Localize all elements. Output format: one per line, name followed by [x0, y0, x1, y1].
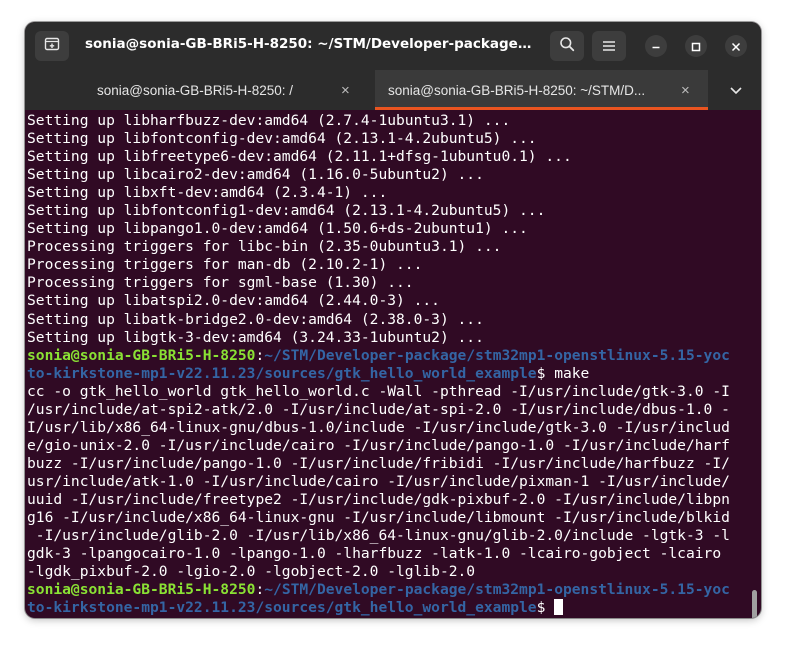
prompt-path: ~/STM/Developer-package/stm32mp1-openstl… — [264, 581, 730, 599]
output-line: Processing triggers for man-db (2.10.2-1… — [27, 256, 423, 274]
close-button[interactable] — [725, 35, 747, 57]
prompt-line: to-kirkstone-mp1-v22.11.23/sources/gtk_h… — [27, 599, 761, 617]
output-line: Setting up libfontconfig-dev:amd64 (2.13… — [27, 130, 537, 148]
output-line: -lgdk_pixbuf-2.0 -lgio-2.0 -lgobject-2.0… — [27, 563, 476, 581]
prompt-user: sonia@sonia-GB-BRi5-H-8250 — [27, 346, 256, 364]
maximize-icon — [691, 37, 701, 56]
typed-command: make — [545, 364, 590, 382]
output-line: g16 -I/usr/include/x86_64-linux-gnu -I/u… — [27, 509, 730, 527]
output-line: Setting up libfreetype6-dev:amd64 (2.11.… — [27, 148, 572, 166]
output-line: Processing triggers for sgml-base (1.30)… — [27, 274, 414, 292]
output-line: Setting up libharfbuzz-dev:amd64 (2.7.4-… — [27, 112, 511, 129]
output-line: Setting up libcairo2-dev:amd64 (1.16.0-5… — [27, 166, 484, 184]
terminal-window: sonia@sonia-GB-BRi5-H-8250: ~/STM/Develo… — [25, 22, 761, 618]
tab-root[interactable]: sonia@sonia-GB-BRi5-H-8250: / × — [25, 70, 369, 110]
new-tab-icon — [44, 36, 60, 56]
close-icon — [731, 37, 741, 56]
search-button[interactable] — [550, 31, 584, 61]
tab-project[interactable]: sonia@sonia-GB-BRi5-H-8250: ~/STM/D... × — [375, 70, 708, 110]
prompt-colon: : — [255, 581, 265, 599]
prompt-user: sonia@sonia-GB-BRi5-H-8250 — [27, 581, 256, 599]
text-cursor — [554, 599, 564, 616]
tab-list-dropdown[interactable] — [729, 82, 749, 98]
search-icon — [559, 36, 575, 56]
prompt-line: sonia@sonia-GB-BRi5-H-8250:~/STM/Develop… — [27, 581, 761, 599]
prompt-line: sonia@sonia-GB-BRi5-H-8250:~/STM/Develop… — [27, 347, 761, 365]
prompt-path: ~/STM/Developer-package/stm32mp1-openstl… — [264, 346, 730, 364]
output-line: cc -o gtk_hello_world gtk_hello_world.c … — [27, 382, 730, 400]
minimize-button[interactable] — [645, 35, 667, 57]
header-bar: sonia@sonia-GB-BRi5-H-8250: ~/STM/Develo… — [25, 22, 761, 70]
typed-command — [545, 599, 554, 616]
menu-button[interactable] — [592, 31, 626, 61]
output-line: uuid -I/usr/include/freetype2 -I/usr/inc… — [27, 490, 730, 508]
maximize-button[interactable] — [685, 35, 707, 57]
new-tab-button[interactable] — [35, 31, 69, 61]
output-line: Setting up libatk-bridge2.0-dev:amd64 (2… — [27, 310, 484, 328]
output-line: Processing triggers for libc-bin (2.35-0… — [27, 238, 502, 256]
tab-label: sonia@sonia-GB-BRi5-H-8250: / — [97, 82, 294, 98]
output-line: -I/usr/include/glib-2.0 -I/usr/lib/x86_6… — [27, 527, 730, 545]
hamburger-menu-icon — [602, 37, 616, 56]
output-line: Setting up libfontconfig1-dev:amd64 (2.1… — [27, 202, 546, 220]
tab-close-icon[interactable]: × — [341, 82, 350, 99]
output-line: buzz -I/usr/include/pango-1.0 -I/usr/inc… — [27, 454, 730, 472]
output-line: Setting up libpango1.0-dev:amd64 (1.50.6… — [27, 220, 528, 238]
prompt-path: to-kirkstone-mp1-v22.11.23/sources/gtk_h… — [27, 364, 537, 382]
scrollbar-thumb[interactable] — [752, 590, 757, 618]
output-line: usr/include/atk-1.0 -I/usr/include/cairo… — [27, 472, 730, 490]
tab-close-icon[interactable]: × — [681, 82, 690, 99]
output-line: gdk-3 -lpangocairo-1.0 -lpango-1.0 -lhar… — [27, 545, 722, 563]
output-line: Setting up libxft-dev:amd64 (2.3.4-1) ..… — [27, 184, 388, 202]
chevron-down-icon — [729, 82, 743, 101]
tab-label: sonia@sonia-GB-BRi5-H-8250: ~/STM/D... — [388, 82, 646, 98]
output-line: e/gio-unix-2.0 -I/usr/include/cairo -I/u… — [27, 436, 730, 454]
output-line: Setting up libgtk-3-dev:amd64 (3.24.33-1… — [27, 328, 484, 346]
output-line: /usr/include/at-spi2-atk/2.0 -I/usr/incl… — [27, 400, 730, 418]
prompt-path: to-kirkstone-mp1-v22.11.23/sources/gtk_h… — [27, 599, 537, 617]
minimize-icon — [651, 37, 661, 56]
window-title: sonia@sonia-GB-BRi5-H-8250: ~/STM/Develo… — [85, 36, 535, 52]
tab-bar: sonia@sonia-GB-BRi5-H-8250: / × sonia@so… — [25, 70, 761, 110]
output-line: I/usr/lib/x86_64-linux-gnu/dbus-1.0/incl… — [27, 418, 730, 436]
terminal-output[interactable]: Setting up libharfbuzz-dev:amd64 (2.7.4-… — [25, 110, 761, 618]
prompt-line: to-kirkstone-mp1-v22.11.23/sources/gtk_h… — [27, 365, 761, 383]
prompt-colon: : — [255, 346, 265, 364]
output-line: Setting up libatspi2.0-dev:amd64 (2.44.0… — [27, 292, 440, 310]
